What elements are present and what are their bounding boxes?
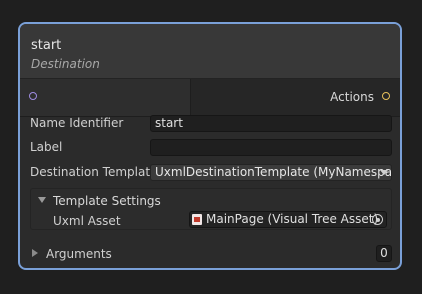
uxml-asset-value: MainPage (Visual Tree Asset) — [206, 212, 379, 226]
node-ports-row: Actions — [20, 79, 400, 117]
arguments-label: Arguments — [46, 247, 112, 261]
foldout-expanded-icon[interactable] — [38, 197, 46, 203]
destination-template-value: UxmlDestinationTemplate (MyNamespace) — [155, 165, 392, 179]
name-identifier-row: Name Identifier start — [30, 115, 392, 133]
chevron-down-icon — [380, 170, 388, 175]
name-identifier-input[interactable]: start — [150, 115, 392, 132]
object-picker-icon[interactable] — [372, 214, 383, 225]
uxml-file-icon — [192, 214, 202, 225]
input-port-icon[interactable] — [29, 92, 37, 100]
uxml-asset-label: Uxml Asset — [53, 214, 121, 228]
arguments-foldout[interactable]: Arguments 0 — [30, 245, 392, 263]
destination-template-label: Destination Template — [30, 165, 158, 179]
node-subtitle: Destination — [31, 57, 100, 71]
output-port-icon[interactable] — [382, 92, 390, 100]
label-input[interactable] — [150, 139, 392, 156]
uxml-asset-object-field[interactable]: MainPage (Visual Tree Asset) — [189, 211, 387, 228]
destination-node[interactable]: start Destination Actions Name Identifie… — [18, 22, 402, 270]
ports-divider — [190, 79, 191, 116]
name-identifier-label: Name Identifier — [30, 116, 124, 130]
arguments-count-field[interactable]: 0 — [376, 245, 392, 262]
destination-template-dropdown[interactable]: UxmlDestinationTemplate (MyNamespace) — [150, 164, 392, 181]
output-port-label: Actions — [330, 90, 374, 104]
label-row: Label — [30, 139, 392, 157]
template-settings-header[interactable]: Template Settings — [53, 194, 161, 208]
foldout-collapsed-icon[interactable] — [32, 249, 38, 257]
destination-template-row: Destination Template UxmlDestinationTemp… — [30, 164, 392, 182]
node-title: start — [31, 38, 62, 53]
node-title-bar[interactable]: start Destination — [20, 24, 400, 79]
template-settings-foldout: Template Settings Uxml Asset MainPage (V… — [30, 188, 392, 230]
label-field-label: Label — [30, 140, 63, 154]
